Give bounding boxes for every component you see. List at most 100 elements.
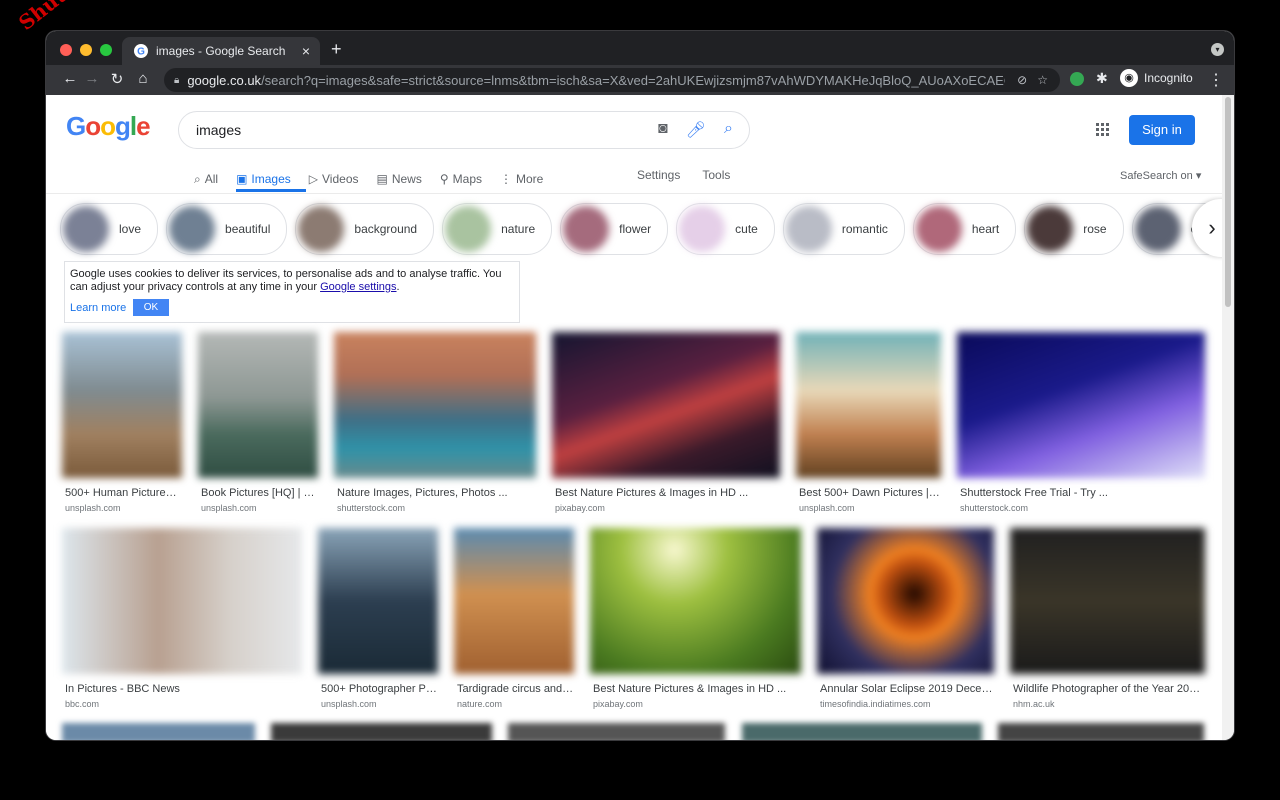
result-thumbnail[interactable] (62, 332, 182, 478)
result-title[interactable]: Nature Images, Pictures, Photos ... (334, 487, 536, 499)
result-title[interactable]: Annular Solar Eclipse 2019 Decemb... (817, 683, 994, 695)
image-result[interactable]: Shutterstock Free Trial - Try ... shutter… (957, 332, 1205, 513)
image-result-partial[interactable] (271, 723, 492, 740)
profile-button[interactable]: ◉ Incognito (1120, 69, 1193, 87)
tab-close-icon[interactable]: × (302, 43, 310, 59)
image-result[interactable]: In Pictures - BBC News bbc.com (62, 528, 302, 709)
extensions-puzzle-icon[interactable]: ✱ (1096, 70, 1108, 87)
image-result[interactable]: 500+ Photographer Pic... unsplash.com (318, 528, 438, 709)
chip-flower[interactable]: flower (560, 203, 669, 255)
chip-heart[interactable]: heart (912, 203, 1017, 255)
image-result-partial[interactable] (742, 723, 982, 740)
result-title[interactable]: Shutterstock Free Trial - Try ... (957, 487, 1205, 499)
chip-beautiful[interactable]: beautiful (166, 203, 288, 255)
zoom-window-button[interactable] (100, 44, 112, 56)
lock-icon[interactable]: 🔒︎ (174, 75, 179, 86)
cookie-text-end: . (396, 281, 400, 293)
result-thumbnail[interactable] (62, 528, 302, 674)
tools-link[interactable]: Tools (702, 168, 730, 182)
result-thumbnail[interactable] (198, 332, 318, 478)
incognito-eye-off-icon[interactable]: ⊘ (1017, 73, 1027, 87)
new-tab-button[interactable]: + (331, 39, 342, 60)
result-title[interactable]: Tardigrade circus and ... (454, 683, 574, 695)
sign-in-button[interactable]: Sign in (1129, 115, 1195, 145)
safesearch-toggle[interactable]: SafeSearch on ▾ (1120, 169, 1201, 182)
google-settings-link[interactable]: Google settings (320, 281, 396, 293)
extension-icon[interactable] (1070, 72, 1084, 86)
google-logo[interactable]: Google (66, 111, 151, 142)
close-window-button[interactable] (60, 44, 72, 56)
camera-icon[interactable]: ◙ (658, 120, 668, 140)
tab-videos[interactable]: ▷ Videos (309, 167, 359, 191)
search-box[interactable]: images ◙ 🎤︎ ⌕ (178, 111, 750, 149)
ok-button[interactable]: OK (133, 299, 169, 316)
result-thumbnail[interactable] (590, 528, 801, 674)
apps-grid-icon[interactable] (1096, 123, 1110, 137)
chip-rose[interactable]: rose (1024, 203, 1124, 255)
result-source: nhm.ac.uk (1013, 699, 1055, 709)
url-text[interactable]: google.co.uk/search?q=images&safe=strict… (187, 73, 1005, 88)
chip-love[interactable]: love (60, 203, 159, 255)
microphone-icon[interactable]: 🎤︎ (686, 120, 706, 140)
image-result[interactable]: Book Pictures [HQ] | Do... unsplash.com (198, 332, 318, 513)
result-source: pixabay.com (555, 503, 605, 513)
tab-more[interactable]: ⋮ More (500, 167, 543, 191)
scrollbar-thumb[interactable] (1225, 97, 1231, 307)
image-result-partial[interactable] (62, 723, 255, 740)
browser-menu-icon[interactable]: ⋮ (1208, 70, 1224, 90)
tab-maps[interactable]: ⚲ Maps (440, 167, 482, 191)
reload-icon[interactable]: ↻ (107, 70, 127, 88)
scrollbar[interactable] (1222, 95, 1234, 740)
result-thumbnail[interactable] (552, 332, 780, 478)
result-title[interactable]: Best Nature Pictures & Images in HD ... (590, 683, 801, 695)
image-result[interactable]: Best Nature Pictures & Images in HD ... p… (552, 332, 780, 513)
bookmark-star-icon[interactable]: ☆ (1037, 73, 1048, 87)
settings-link[interactable]: Settings (637, 168, 680, 182)
image-result[interactable]: Best 500+ Dawn Pictures | D... unsplash.c… (796, 332, 941, 513)
result-thumbnail[interactable] (957, 332, 1205, 478)
image-result-partial[interactable] (508, 723, 725, 740)
result-thumbnail[interactable] (454, 528, 574, 674)
back-icon[interactable]: ← (60, 70, 80, 87)
tab-all[interactable]: ⌕ All (194, 167, 218, 191)
result-title[interactable]: Best 500+ Dawn Pictures | D... (796, 487, 941, 499)
address-bar[interactable]: 🔒︎ google.co.uk/search?q=images&safe=str… (164, 68, 1060, 92)
search-input[interactable]: images (196, 122, 658, 138)
tab-images[interactable]: ▣ Images (236, 167, 291, 191)
result-thumbnail[interactable] (1010, 528, 1205, 674)
image-result[interactable]: 500+ Human Pictures | ... unsplash.com (62, 332, 182, 513)
result-title[interactable]: Best Nature Pictures & Images in HD ... (552, 487, 780, 499)
search-icon[interactable]: ⌕ (724, 120, 733, 140)
minimize-window-button[interactable] (80, 44, 92, 56)
chip-romantic[interactable]: romantic (782, 203, 905, 255)
chip-thumbnail (445, 206, 492, 252)
image-result[interactable]: Annular Solar Eclipse 2019 Decemb... time… (817, 528, 994, 709)
result-thumbnail[interactable] (318, 528, 438, 674)
result-title[interactable]: 500+ Photographer Pic... (318, 683, 438, 695)
result-source: nature.com (457, 699, 503, 709)
image-result[interactable]: Best Nature Pictures & Images in HD ... p… (590, 528, 801, 709)
result-title[interactable]: 500+ Human Pictures | ... (62, 487, 182, 499)
watermark-logo: Shutterstock (14, 0, 143, 35)
learn-more-link[interactable]: Learn more (70, 302, 126, 314)
forward-icon[interactable]: → (82, 70, 102, 87)
tab-news[interactable]: ▤ News (377, 167, 422, 191)
result-thumbnail[interactable] (796, 332, 941, 478)
chip-cute[interactable]: cute (676, 203, 775, 255)
result-title[interactable]: Wildlife Photographer of the Year 2020 .… (1010, 683, 1205, 695)
chip-background[interactable]: background (295, 203, 435, 255)
chip-label: flower (619, 222, 652, 236)
image-result-partial[interactable] (998, 723, 1204, 740)
google-favicon-icon: G (134, 44, 148, 58)
image-result[interactable]: Nature Images, Pictures, Photos ... shutt… (334, 332, 536, 513)
browser-tab[interactable]: G images - Google Search × (122, 37, 320, 65)
image-result[interactable]: Tardigrade circus and ... nature.com (454, 528, 574, 709)
result-title[interactable]: Book Pictures [HQ] | Do... (198, 487, 318, 499)
image-result[interactable]: Wildlife Photographer of the Year 2020 .… (1010, 528, 1205, 709)
chip-nature[interactable]: nature (442, 203, 553, 255)
home-icon[interactable]: ⌂ (133, 70, 153, 87)
result-thumbnail[interactable] (817, 528, 994, 674)
result-thumbnail[interactable] (334, 332, 536, 478)
result-title[interactable]: In Pictures - BBC News (62, 683, 302, 695)
tab-search-icon[interactable]: ▾ (1211, 43, 1224, 56)
